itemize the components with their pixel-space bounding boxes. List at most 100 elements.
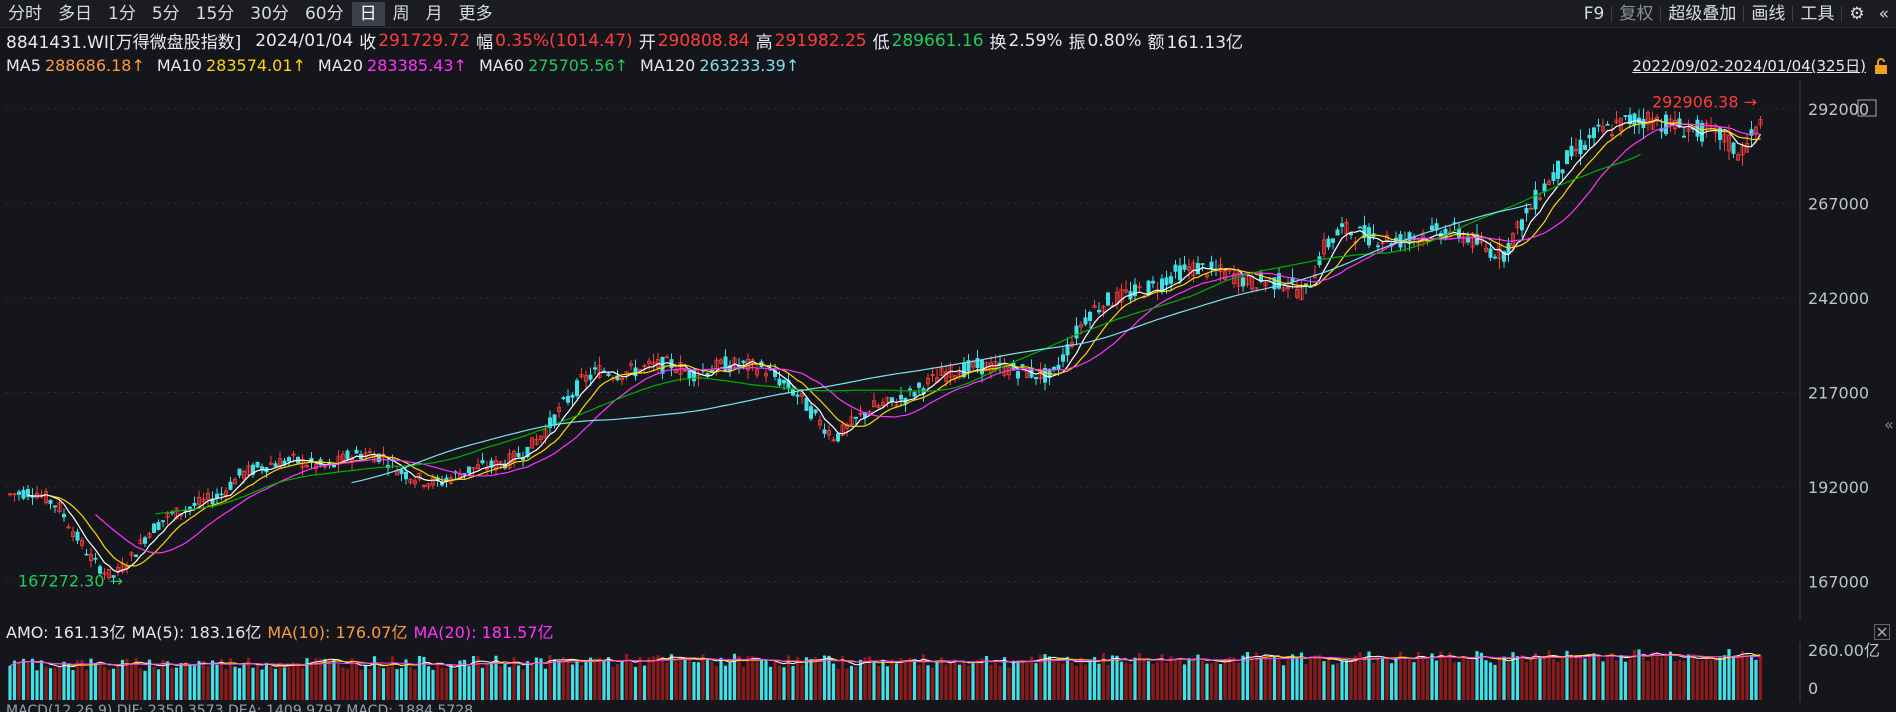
volume-bar <box>431 669 435 700</box>
amo-volume-chart[interactable]: 260.00亿 0 <box>0 642 1896 702</box>
toolbar-btn-0[interactable]: F9 <box>1577 2 1612 26</box>
security-code: 8841431.WI[万得微盘股指数] <box>6 33 242 53</box>
tab-9[interactable]: 月 <box>418 2 451 26</box>
volume-bar <box>498 666 503 700</box>
close-icon[interactable] <box>1874 624 1890 640</box>
volume-bar <box>606 657 611 700</box>
toolbar-btn-2[interactable]: 超级叠加 <box>1661 2 1743 26</box>
gear-icon[interactable]: ⚙ <box>1842 2 1871 26</box>
volume-bar <box>17 661 21 700</box>
volume-bar <box>156 669 161 700</box>
volume-bar <box>336 663 341 700</box>
volume-bar <box>926 665 930 700</box>
volume-bar <box>1349 659 1353 700</box>
volume-bar <box>197 661 201 700</box>
volume-bar <box>1524 662 1529 700</box>
volume-bar <box>1025 663 1029 700</box>
tab-2[interactable]: 1分 <box>100 2 144 26</box>
volume-bar <box>408 666 413 700</box>
volume-bar <box>930 667 935 700</box>
volume-bar <box>1056 662 1061 700</box>
amo-ma20: MA(20): 181.57亿 <box>413 623 554 642</box>
volume-bar <box>714 666 719 700</box>
volume-bar <box>1164 662 1169 700</box>
volume-bar <box>557 660 561 700</box>
volume-bar <box>1556 661 1560 700</box>
volume-bar <box>1700 660 1704 700</box>
kline-chart[interactable]: 2920002670002420002170001920001670002929… <box>0 80 1896 620</box>
volume-bar <box>1308 658 1313 700</box>
ma60-value: 275705.56↑ <box>528 56 629 75</box>
tab-3[interactable]: 5分 <box>144 2 188 26</box>
volume-bar <box>1326 659 1331 700</box>
volume-bar <box>1605 654 1610 700</box>
volume-bar <box>318 658 323 700</box>
volume-bar <box>485 664 489 700</box>
volume-bar <box>755 660 759 700</box>
volume-bar <box>899 658 903 700</box>
volume-bar <box>1515 656 1520 700</box>
y-tick-3: 217000 <box>1808 383 1869 402</box>
volume-bar <box>696 662 701 700</box>
volume-bar <box>1718 657 1722 700</box>
volume-bar <box>269 665 273 700</box>
volume-bar <box>332 659 336 700</box>
toolbar-btn-4[interactable]: 工具 <box>1793 2 1841 26</box>
volume-bar <box>917 664 921 700</box>
toolbar-btn-3[interactable]: 画线 <box>1744 2 1792 26</box>
volume-bar <box>1187 658 1191 700</box>
volume-bar <box>656 655 660 700</box>
volume-bar <box>1457 661 1461 700</box>
volume-bar <box>1385 659 1389 700</box>
volume-bar <box>57 667 62 700</box>
volume-bar <box>935 661 939 700</box>
volume-bar <box>584 660 588 700</box>
volume-bar <box>1686 654 1691 700</box>
turnover-value: 2.59% <box>1008 30 1063 51</box>
volume-bar <box>543 668 548 700</box>
volume-bar <box>201 661 206 700</box>
volume-bar <box>1268 657 1272 700</box>
volume-bar <box>489 663 494 700</box>
volume-bar <box>723 665 728 700</box>
volume-bar <box>750 655 755 700</box>
volume-bar <box>791 665 795 700</box>
volume-bar <box>98 661 102 700</box>
volume-bar <box>800 664 804 700</box>
volume-bar <box>323 658 327 700</box>
volume-bar <box>611 666 615 700</box>
date-range-selector[interactable]: 2022/09/02-2024/01/04(325日) <box>1632 55 1866 76</box>
volume-bar <box>890 659 894 700</box>
volume-bar <box>107 669 111 700</box>
lock-icon[interactable] <box>1874 58 1888 74</box>
volume-bar <box>615 663 620 700</box>
volume-bar <box>1353 655 1358 700</box>
volume-bar <box>453 669 458 700</box>
volume-bar <box>1466 660 1470 700</box>
volume-bar <box>386 666 390 700</box>
volume-bar <box>1034 663 1038 700</box>
volume-bar <box>1650 652 1655 700</box>
volume-bar <box>1421 656 1425 700</box>
y-tick-2: 242000 <box>1808 289 1869 308</box>
change-label: 幅 <box>476 33 494 53</box>
tab-5[interactable]: 30分 <box>242 2 297 26</box>
tab-10[interactable]: 更多 <box>451 2 501 26</box>
volume-bar <box>476 656 480 700</box>
tab-4[interactable]: 15分 <box>188 2 243 26</box>
tab-7[interactable]: 日 <box>351 1 385 26</box>
tab-0[interactable]: 分时 <box>0 2 50 26</box>
volume-bar <box>1542 656 1547 700</box>
tab-1[interactable]: 多日 <box>50 2 100 26</box>
collapse-icon[interactable]: « <box>1872 2 1896 26</box>
volume-bar <box>822 655 827 700</box>
ma20-label: MA20 <box>317 56 364 75</box>
toolbar-btn-1[interactable]: 复权 <box>1612 2 1660 26</box>
volume-bar <box>1146 661 1151 700</box>
tab-6[interactable]: 60分 <box>297 2 352 26</box>
volume-bar <box>116 664 120 700</box>
ma-legend: MA5 288686.18↑ MA10 283574.01↑ MA20 283385.… <box>0 53 1896 78</box>
tab-8[interactable]: 周 <box>385 2 418 26</box>
volume-bar <box>1533 652 1538 700</box>
y-tick-1: 267000 <box>1808 194 1869 213</box>
